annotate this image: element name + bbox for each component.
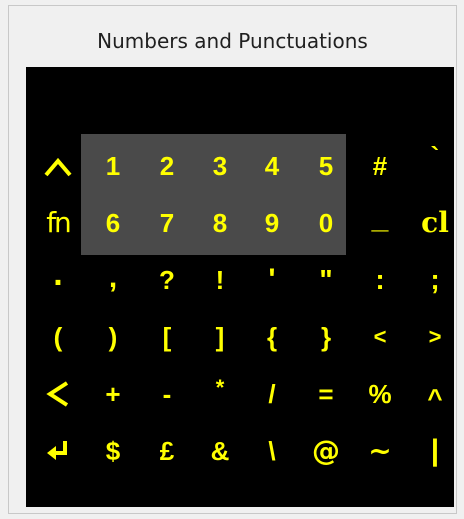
- key-label: `: [430, 141, 440, 171]
- key-label: 7: [159, 208, 175, 238]
- key-label: 1: [105, 151, 121, 181]
- key-5[interactable]: 5: [302, 138, 350, 194]
- key-label: 5: [318, 151, 334, 181]
- key-label: +: [105, 379, 121, 409]
- key-4[interactable]: 4: [248, 138, 296, 194]
- key-label: -: [162, 379, 172, 409]
- key-label: |: [430, 434, 440, 467]
- key-cl[interactable]: cl: [411, 195, 459, 251]
- key-fn[interactable]: fn: [34, 195, 82, 251]
- key-open-brace[interactable]: {: [248, 309, 296, 365]
- key-label: }: [320, 322, 332, 352]
- key-semicolon[interactable]: ;: [411, 252, 459, 308]
- key-exclamation[interactable]: !: [196, 252, 244, 308]
- key-label: _: [371, 202, 389, 235]
- key-label: (: [53, 322, 63, 352]
- key-close-brace[interactable]: }: [302, 309, 350, 365]
- key-dollar[interactable]: $: [89, 423, 137, 479]
- caret-up-icon: [43, 153, 73, 179]
- key-hash[interactable]: #: [356, 138, 404, 194]
- key-label: !: [215, 265, 225, 295]
- key-0[interactable]: 0: [302, 195, 350, 251]
- key-label: ]: [215, 322, 225, 352]
- key-ampersand[interactable]: &: [196, 423, 244, 479]
- key-apostrophe[interactable]: ': [248, 252, 296, 308]
- key-colon[interactable]: :: [356, 252, 404, 308]
- key-label: >: [428, 324, 442, 349]
- key-label: £: [159, 436, 175, 466]
- key-open-bracket[interactable]: [: [143, 309, 191, 365]
- keyboard-board: 1 2 3 4 5 # ` fn 6 7 8 9 0 _ cl.,?! ' ":; () [] {} < > + - * / =% ^…: [26, 67, 454, 507]
- key-slash[interactable]: /: [248, 366, 296, 422]
- key-label: ,: [108, 261, 118, 294]
- key-label: ": [319, 264, 333, 295]
- key-label: 4: [264, 151, 280, 181]
- key-enter[interactable]: [34, 423, 82, 479]
- key-open-paren[interactable]: (: [34, 309, 82, 365]
- key-label: .: [53, 255, 63, 293]
- key-label: *: [215, 375, 225, 400]
- key-1[interactable]: 1: [89, 138, 137, 194]
- key-label: &: [210, 436, 230, 466]
- key-label: :: [375, 264, 385, 295]
- key-label: cl: [421, 206, 449, 239]
- key-label: <: [373, 324, 387, 349]
- panel-title: Numbers and Punctuations: [97, 29, 368, 53]
- key-label: 9: [264, 208, 280, 238]
- key-question[interactable]: ?: [143, 252, 191, 308]
- key-label: 6: [105, 208, 121, 238]
- key-3[interactable]: 3: [196, 138, 244, 194]
- backspace-arrow-icon: [45, 379, 71, 409]
- key-period[interactable]: .: [34, 252, 82, 308]
- key-label: 8: [212, 208, 228, 238]
- key-asterisk[interactable]: *: [196, 366, 244, 422]
- key-2[interactable]: 2: [143, 138, 191, 194]
- key-minus[interactable]: -: [143, 366, 191, 422]
- key-label: \: [268, 436, 276, 466]
- key-caret[interactable]: ^: [411, 366, 459, 422]
- key-label: =: [318, 379, 334, 409]
- key-label: fn: [46, 206, 72, 239]
- key-pound[interactable]: £: [143, 423, 191, 479]
- key-label: ': [268, 263, 276, 296]
- key-backtick[interactable]: `: [411, 138, 459, 194]
- key-equals[interactable]: =: [302, 366, 350, 422]
- key-backslash[interactable]: \: [248, 423, 296, 479]
- key-7[interactable]: 7: [143, 195, 191, 251]
- key-label: %: [368, 379, 392, 409]
- key-tilde[interactable]: ~: [356, 423, 404, 479]
- key-6[interactable]: 6: [89, 195, 137, 251]
- key-backspace-arrow[interactable]: [34, 366, 82, 422]
- key-comma[interactable]: ,: [89, 252, 137, 308]
- key-label: 0: [318, 208, 334, 238]
- key-at[interactable]: @: [302, 423, 350, 479]
- key-label: @: [312, 434, 340, 467]
- key-underscore[interactable]: _: [356, 195, 404, 251]
- key-label: $: [105, 436, 121, 466]
- key-label: /: [268, 379, 276, 409]
- enter-icon: [45, 438, 71, 464]
- key-label: {: [266, 322, 278, 352]
- key-close-paren[interactable]: ): [89, 309, 137, 365]
- key-label: ;: [430, 264, 440, 295]
- key-label: ^: [427, 383, 443, 413]
- key-pipe[interactable]: |: [411, 423, 459, 479]
- key-label: 3: [212, 151, 228, 181]
- key-label: ): [108, 322, 118, 352]
- key-label: [: [162, 322, 172, 352]
- key-less-than[interactable]: <: [356, 309, 404, 365]
- key-plus[interactable]: +: [89, 366, 137, 422]
- key-label: #: [372, 151, 388, 181]
- key-label: ~: [368, 434, 392, 467]
- key-caret-up[interactable]: [34, 138, 82, 194]
- key-greater-than[interactable]: >: [411, 309, 459, 365]
- key-label: ?: [159, 265, 175, 295]
- key-8[interactable]: 8: [196, 195, 244, 251]
- key-quote[interactable]: ": [302, 252, 350, 308]
- key-9[interactable]: 9: [248, 195, 296, 251]
- key-close-bracket[interactable]: ]: [196, 309, 244, 365]
- key-percent[interactable]: %: [356, 366, 404, 422]
- key-label: 2: [159, 151, 175, 181]
